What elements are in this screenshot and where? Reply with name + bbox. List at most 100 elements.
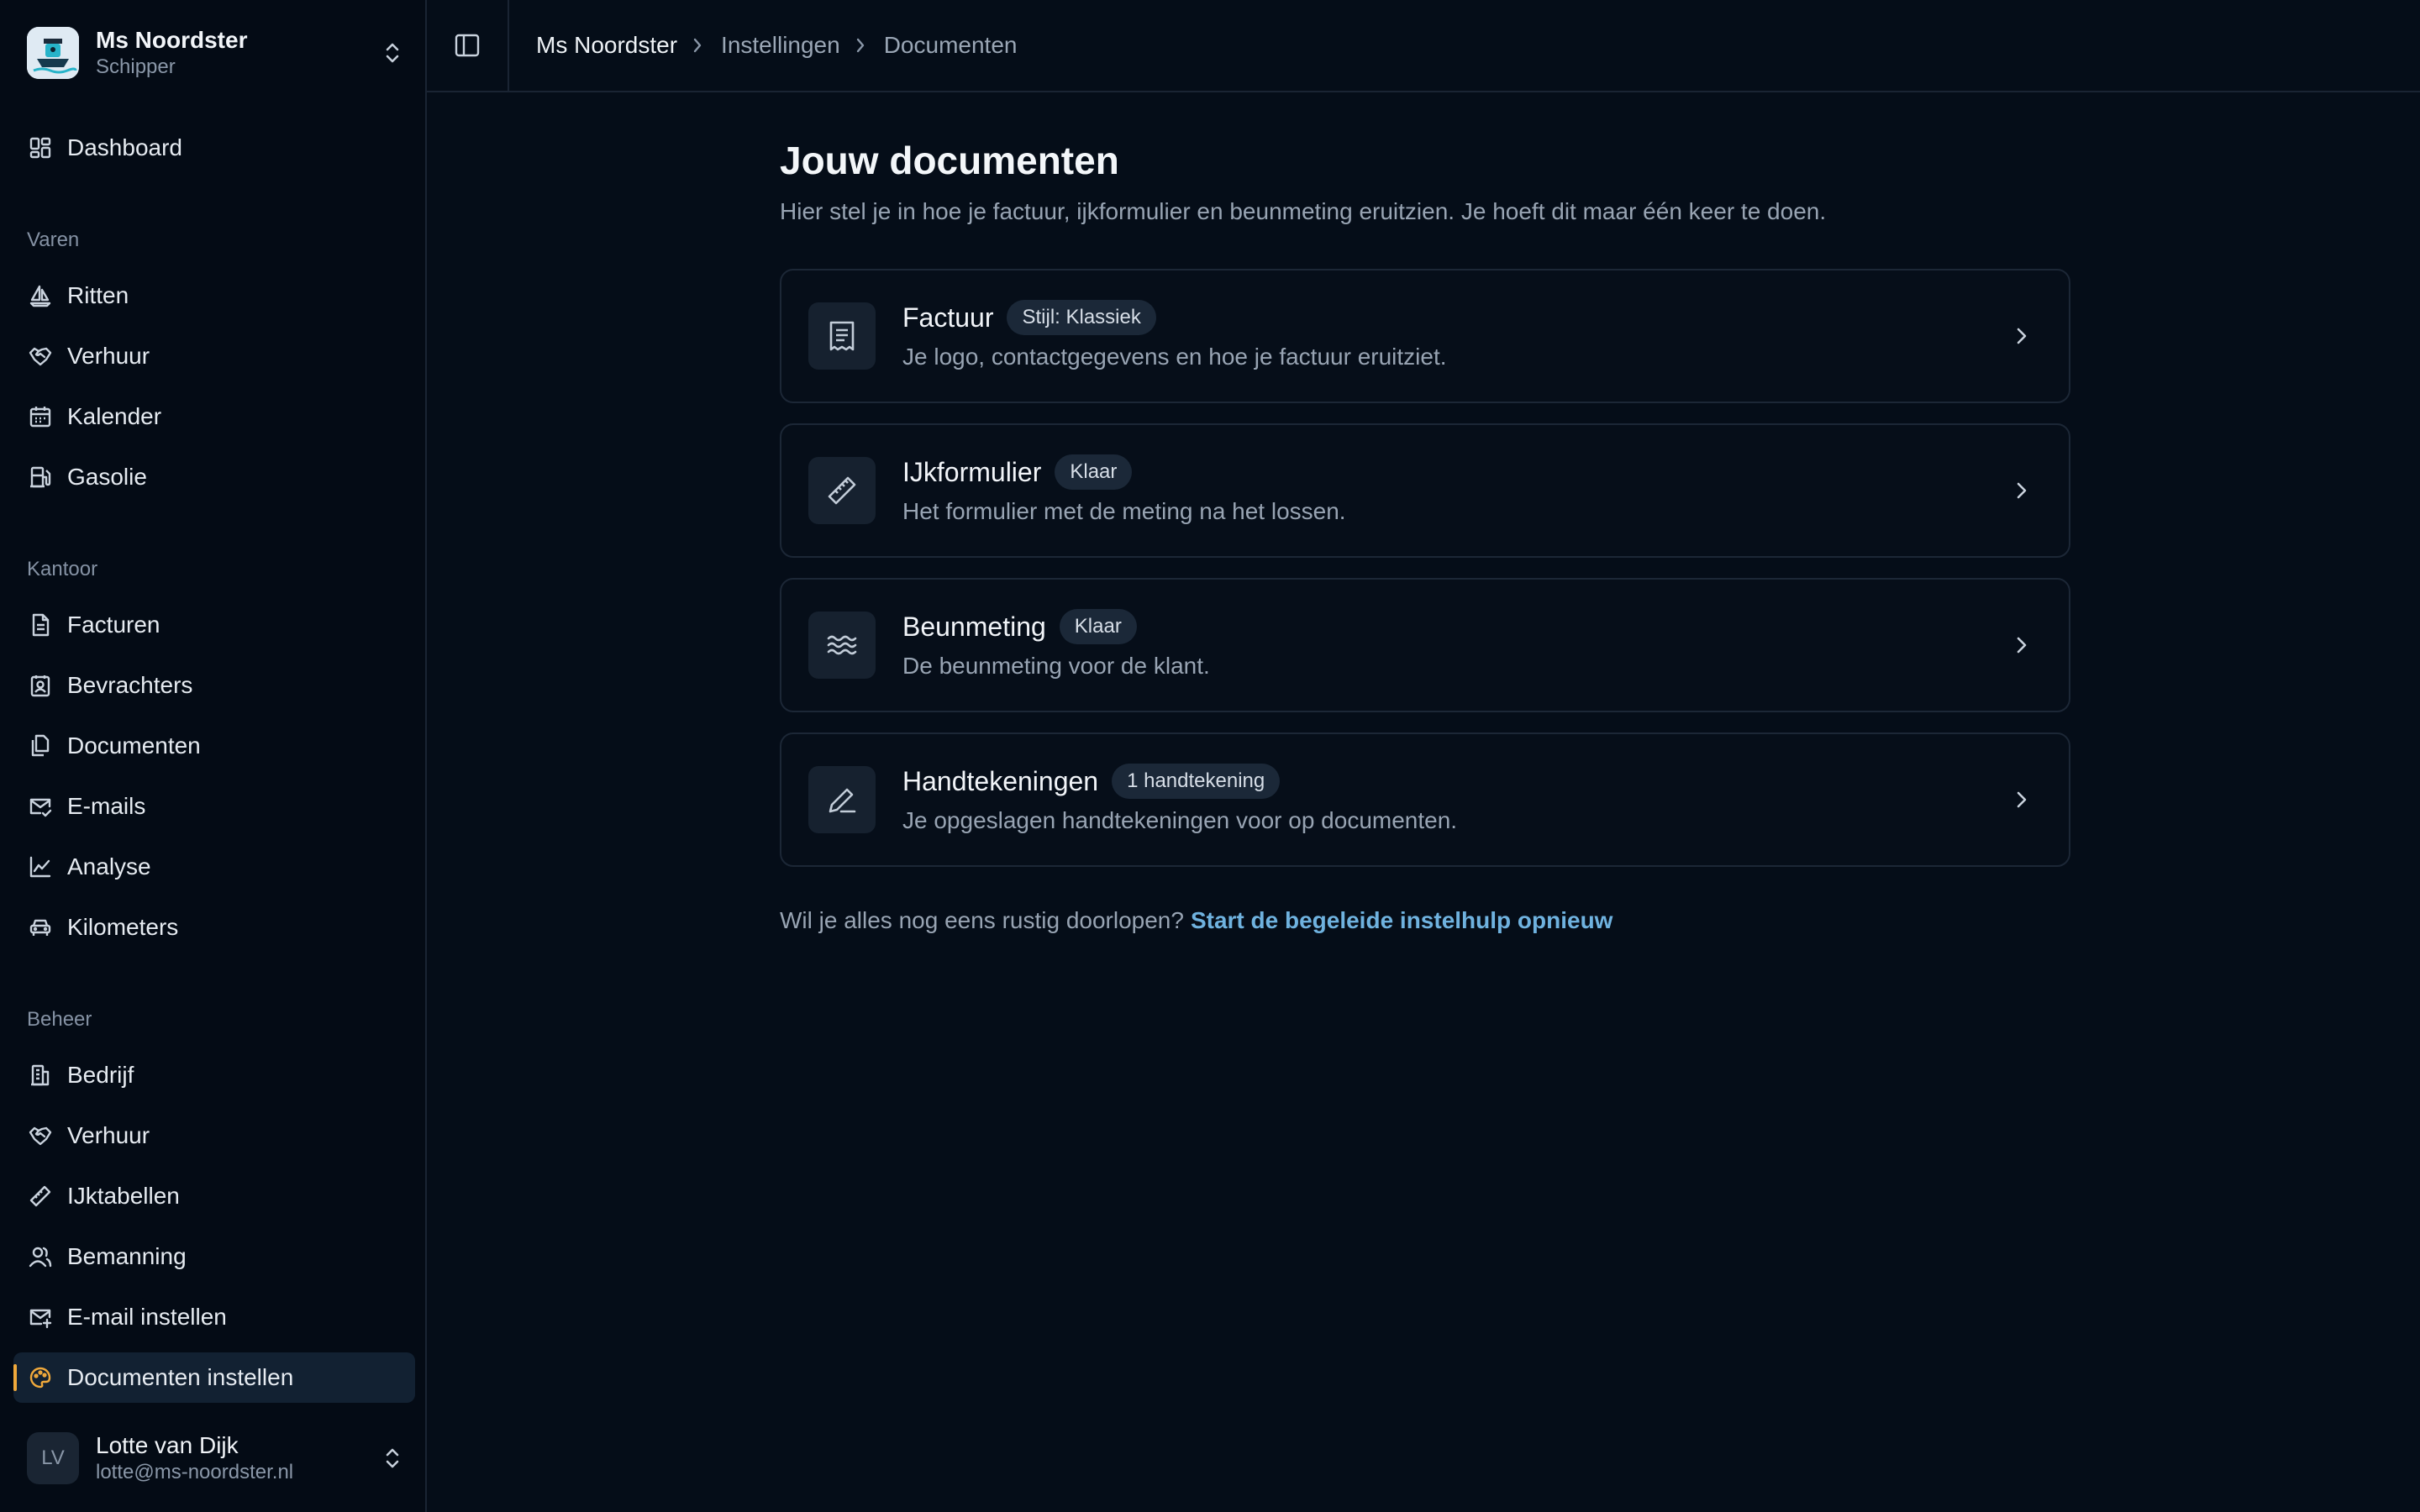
chevron-right-icon <box>855 37 869 54</box>
nav-label: E-mail instellen <box>67 1304 227 1330</box>
card-description: Je opgeslagen handtekeningen voor op doc… <box>902 807 1458 833</box>
card-description: Het formulier met de meting na het losse… <box>902 498 1346 524</box>
page-subtitle: Hier stel je in hoe je factuur, ijkformu… <box>780 198 1827 224</box>
restart-setup-link[interactable]: Start de begeleide instelhulp opnieuw <box>1191 907 1613 933</box>
handshake-icon <box>27 343 54 370</box>
chevron-right-icon <box>1996 465 2047 516</box>
breadcrumb-item[interactable]: Ms Noordster <box>536 32 677 59</box>
nav-item-e-mails[interactable]: E-mails <box>13 781 415 832</box>
workspace-name: Ms Noordster <box>96 27 248 53</box>
breadcrumb-current: Documenten <box>883 32 1018 58</box>
nav-item-dashboard[interactable]: Dashboard <box>13 123 415 173</box>
files-icon <box>27 732 54 759</box>
nav-item-ritten[interactable]: Ritten <box>13 270 415 321</box>
mail-check-icon <box>27 793 54 820</box>
ruler-icon <box>27 1183 54 1210</box>
nav-label: Gasolie <box>67 464 147 490</box>
status-badge: Stijl: Klassiek <box>1007 300 1156 335</box>
nav-item-documenten[interactable]: Documenten <box>13 721 415 771</box>
workspace-switcher[interactable]: Ms Noordster Schipper <box>27 25 403 81</box>
main-content: Ms Noordster Instellingen Documenten Jou… <box>427 0 2420 1512</box>
nav-item-analyse[interactable]: Analyse <box>13 842 415 892</box>
top-bar: Ms Noordster Instellingen Documenten <box>427 0 2420 92</box>
ruler-icon <box>808 457 876 524</box>
sidebar-toggle-button[interactable] <box>427 0 509 91</box>
nav-label: Ritten <box>67 282 129 308</box>
nav-label: Documenten <box>67 732 201 759</box>
nav-item-bedrijf[interactable]: Bedrijf <box>13 1050 415 1100</box>
chevron-right-icon <box>1996 311 2047 361</box>
breadcrumb-item[interactable]: Instellingen <box>721 32 840 59</box>
nav-label: Facturen <box>67 612 160 638</box>
dashboard-icon <box>27 134 54 161</box>
nav-item-documenten-instellen[interactable]: Documenten instellen <box>13 1352 415 1403</box>
nav-label: Verhuur <box>67 1122 150 1148</box>
panel-left-icon <box>455 34 480 57</box>
documents-settings: Jouw documenten Hier stel je in hoe je f… <box>780 134 2070 933</box>
section-label-kantoor: Kantoor <box>27 558 98 580</box>
pen-icon <box>808 766 876 833</box>
chevron-right-icon <box>692 37 706 54</box>
waves-icon <box>808 612 876 679</box>
card-beunmeting[interactable]: Beunmeting Klaar De beunmeting voor de k… <box>780 578 2070 712</box>
nav-item-gasolie[interactable]: Gasolie <box>13 452 415 502</box>
card-title: IJkformulier <box>902 457 1042 487</box>
chevrons-up-down-icon <box>381 1444 403 1473</box>
user-email: lotte@ms-noordster.nl <box>96 1461 294 1483</box>
card-title: Factuur <box>902 302 994 333</box>
sidebar: Ms Noordster Schipper Dashboard Varen Ri… <box>0 0 427 1512</box>
file-text-icon <box>27 612 54 638</box>
users-icon <box>27 1243 54 1270</box>
card-factuur[interactable]: Factuur Stijl: Klassiek Je logo, contact… <box>780 269 2070 403</box>
status-badge: Klaar <box>1059 609 1137 644</box>
receipt-icon <box>808 302 876 370</box>
nav-label: Kilometers <box>67 914 179 940</box>
building-icon <box>27 1062 54 1089</box>
nav-label: IJktabellen <box>67 1183 180 1209</box>
nav-item-verhuur-beheer[interactable]: Verhuur <box>13 1110 415 1161</box>
card-description: Je logo, contactgegevens en hoe je factu… <box>902 344 1447 370</box>
nav-item-kilometers[interactable]: Kilometers <box>13 902 415 953</box>
car-icon <box>27 914 54 941</box>
chevron-right-icon <box>1996 620 2047 670</box>
nav-label: Bemanning <box>67 1243 187 1269</box>
nav-item-facturen[interactable]: Facturen <box>13 600 415 650</box>
card-title: Beunmeting <box>902 612 1046 642</box>
mail-plus-icon <box>27 1304 54 1331</box>
avatar: LV <box>27 1432 79 1484</box>
section-label-varen: Varen <box>27 228 80 251</box>
user-menu[interactable]: LV Lotte van Dijk lotte@ms-noordster.nl <box>27 1428 403 1488</box>
sailboat-icon <box>27 282 54 309</box>
section-label-beheer: Beheer <box>27 1008 92 1031</box>
nav-label: Kalender <box>67 403 162 429</box>
fuel-icon <box>27 464 54 491</box>
card-handtekeningen[interactable]: Handtekeningen 1 handtekening Je opgesla… <box>780 732 2070 867</box>
help-question: Wil je alles nog eens rustig doorlopen? <box>780 907 1184 933</box>
line-chart-icon <box>27 853 54 880</box>
nav-item-bemanning[interactable]: Bemanning <box>13 1231 415 1282</box>
page-title: Jouw documenten <box>780 139 1119 182</box>
help-text: Wil je alles nog eens rustig doorlopen? S… <box>780 907 1612 934</box>
nav-item-verhuur[interactable]: Verhuur <box>13 331 415 381</box>
card-description: De beunmeting voor de klant. <box>902 653 1210 679</box>
nav-label: Bevrachters <box>67 672 193 698</box>
contact-card-icon <box>27 672 54 699</box>
status-badge: Klaar <box>1055 454 1133 490</box>
nav-label: Analyse <box>67 853 151 879</box>
nav-item-ijktabellen[interactable]: IJktabellen <box>13 1171 415 1221</box>
breadcrumb: Ms Noordster Instellingen Documenten <box>536 32 1017 59</box>
nav-label: Dashboard <box>67 134 182 160</box>
user-name: Lotte van Dijk <box>96 1432 239 1458</box>
calendar-icon <box>27 403 54 430</box>
chevrons-up-down-icon <box>381 39 403 67</box>
palette-icon <box>27 1364 54 1391</box>
nav-label: E-mails <box>67 793 146 819</box>
workspace-role: Schipper <box>96 55 176 78</box>
card-title: Handtekeningen <box>902 766 1099 796</box>
nav-label: Verhuur <box>67 343 150 369</box>
nav-item-e-mail-instellen[interactable]: E-mail instellen <box>13 1292 415 1342</box>
card-ijkformulier[interactable]: IJkformulier Klaar Het formulier met de … <box>780 423 2070 558</box>
nav-item-kalender[interactable]: Kalender <box>13 391 415 442</box>
nav-label: Documenten instellen <box>67 1364 294 1390</box>
nav-item-bevrachters[interactable]: Bevrachters <box>13 660 415 711</box>
